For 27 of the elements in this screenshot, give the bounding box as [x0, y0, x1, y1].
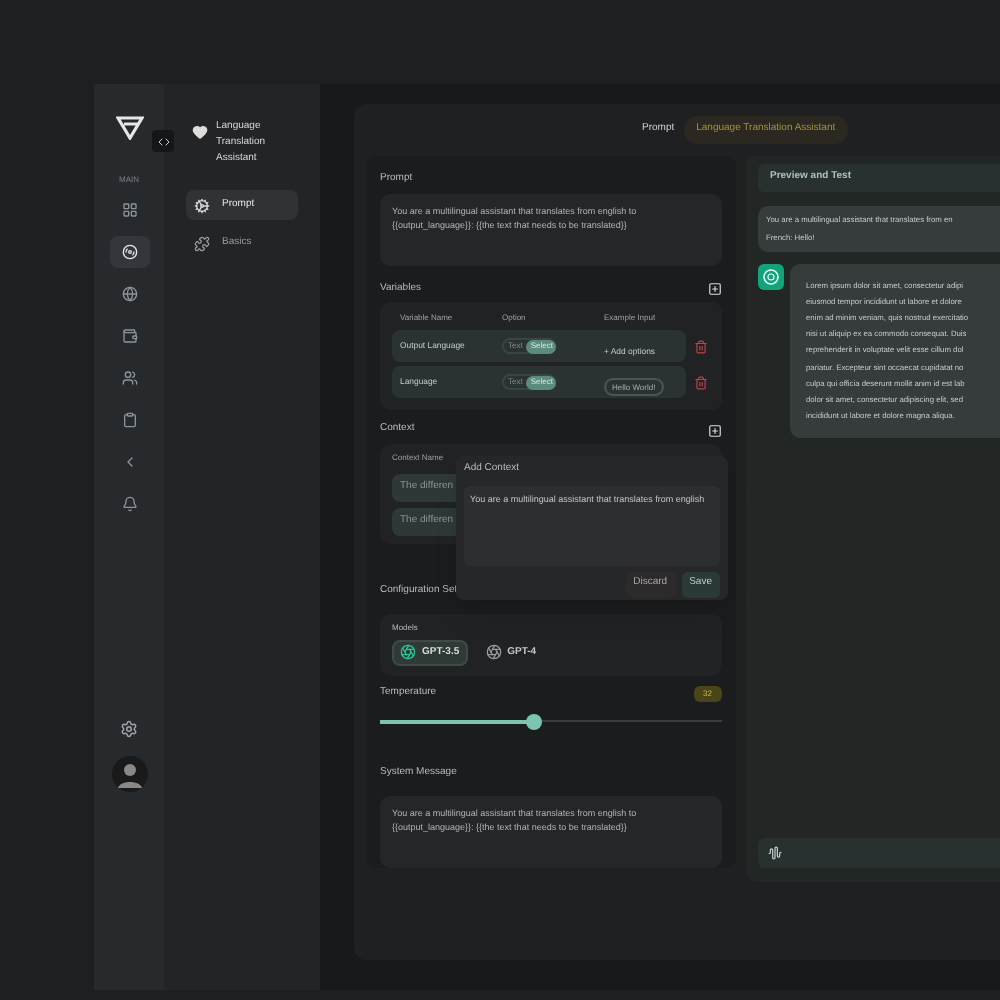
code-icon — [157, 135, 169, 147]
settings-icon[interactable] — [120, 720, 138, 738]
add-icon[interactable] — [708, 282, 722, 297]
bell-icon — [121, 496, 137, 512]
wallet-icon — [121, 328, 137, 344]
puzzle-icon — [194, 235, 210, 251]
globe-icon — [121, 286, 137, 302]
users-icon — [121, 370, 137, 386]
grid-icon — [121, 202, 137, 218]
waveform-icon — [768, 846, 782, 860]
avatar-icon[interactable] — [111, 756, 147, 792]
disc-icon — [121, 244, 137, 260]
model-icon — [400, 644, 416, 661]
heart-icon — [192, 124, 208, 140]
model-icon — [485, 644, 502, 661]
trash-icon[interactable] — [694, 339, 708, 354]
logo-icon — [115, 116, 143, 140]
add-icon[interactable] — [708, 423, 722, 438]
gear-icon — [194, 197, 210, 213]
temperature-slider[interactable] — [380, 715, 722, 728]
trash-icon[interactable] — [694, 375, 708, 390]
chat-input-bar[interactable] — [758, 838, 1000, 868]
assistant-avatar-icon — [758, 263, 784, 290]
slider-thumb[interactable] — [525, 713, 542, 730]
code-toggle-button[interactable] — [152, 130, 174, 152]
clipboard-icon — [121, 412, 137, 428]
rail-item[interactable] — [109, 236, 149, 268]
